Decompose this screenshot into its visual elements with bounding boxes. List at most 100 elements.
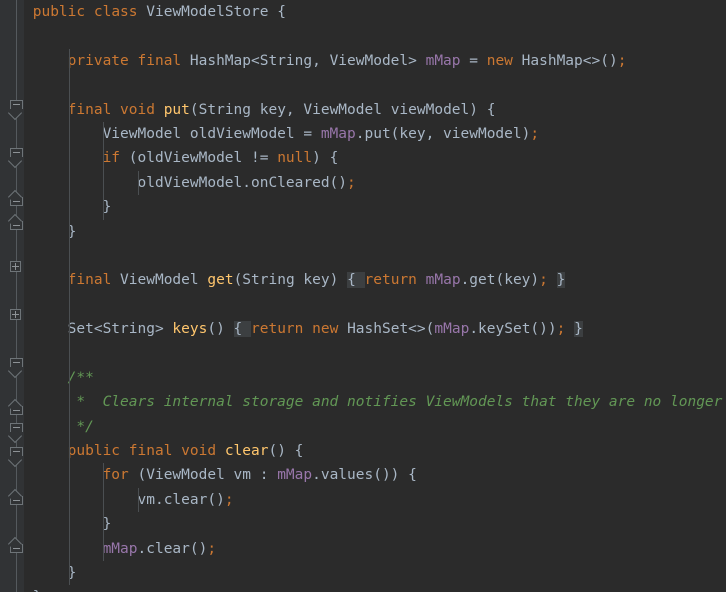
line-oncleared-call[interactable]: oldViewModel.onCleared(); <box>24 170 726 196</box>
code-token: mMap <box>434 321 470 338</box>
code-token: ; <box>224 491 234 508</box>
indent-guide <box>68 48 70 74</box>
code-token <box>355 272 365 289</box>
line-close-if-block[interactable]: } <box>24 195 726 220</box>
line-javadoc-open[interactable]: /** <box>24 365 726 391</box>
fold-end-put-method-icon[interactable] <box>10 221 23 230</box>
fold-start-put-method-icon[interactable] <box>10 100 23 109</box>
line-mmap-clear-call[interactable]: mMap.clear(); <box>24 536 726 561</box>
code-token: null <box>277 150 313 167</box>
code-token: () <box>207 321 225 338</box>
line-close-for-loop[interactable]: } <box>24 512 726 537</box>
fold-end-javadoc-comment-icon[interactable] <box>10 406 23 415</box>
code-token: ViewModelStore <box>146 4 269 20</box>
code-token: final <box>67 101 112 118</box>
indent-guide <box>103 121 105 147</box>
fold-collapsed-keys-method-icon[interactable] <box>10 309 21 320</box>
fold-end-for-loop-icon[interactable] <box>10 496 23 505</box>
line-method-keys-folded[interactable]: Set<String> keys() { return new HashSet<… <box>24 317 726 342</box>
indent-guide <box>68 414 70 440</box>
line-method-clear-signature[interactable]: public final void clear() { <box>24 439 726 464</box>
line-method-put-signature[interactable]: final void put(String key, ViewModel vie… <box>24 97 726 122</box>
code-token: if <box>102 150 121 167</box>
line-blank[interactable] <box>24 24 726 48</box>
line-blank[interactable] <box>24 341 726 366</box>
indent-guide <box>103 536 105 561</box>
code-token: (String key) <box>233 272 339 289</box>
line-close-clear-method[interactable]: } <box>24 560 726 586</box>
line-method-get-folded[interactable]: final ViewModel get(String key) { return… <box>24 268 726 293</box>
indent-guide <box>68 536 70 561</box>
fold-start-if-block-icon[interactable] <box>10 148 23 157</box>
indent-guide <box>103 170 105 196</box>
code-token: } <box>556 272 566 289</box>
code-token: ViewModel <box>120 272 208 289</box>
line-vm-clear-call[interactable]: vm.clear(); <box>24 487 726 513</box>
indent-guide <box>68 97 70 122</box>
code-token: oldViewModel.onCleared() <box>137 174 348 191</box>
line-oldviewmodel-assign[interactable]: ViewModel oldViewModel = mMap.put(key, v… <box>24 121 726 147</box>
code-token: { <box>233 321 243 338</box>
fold-start-clear-method-icon[interactable] <box>10 423 23 432</box>
indent-guide <box>68 439 70 464</box>
code-token: /** <box>67 369 94 386</box>
line-javadoc-close[interactable]: */ <box>24 414 726 440</box>
indent-guide <box>68 195 70 220</box>
fold-end-clear-method-icon[interactable] <box>10 544 23 553</box>
code-token: HashMap<String, ViewModel> <box>189 52 426 69</box>
indent-guide <box>68 170 70 196</box>
line-for-loop-signature[interactable]: for (ViewModel vm : mMap.values()) { <box>24 463 726 488</box>
indent-guide <box>68 317 70 342</box>
fold-start-javadoc-comment-icon[interactable] <box>10 358 23 367</box>
code-token: mMap <box>277 467 313 484</box>
indent-guide <box>103 195 105 220</box>
code-content-area[interactable]: public class ViewModelStore { private fi… <box>24 0 726 592</box>
code-token: ; <box>530 125 540 142</box>
code-token: { <box>347 272 356 289</box>
line-field-mmap[interactable]: private final HashMap<String, ViewModel>… <box>24 48 726 74</box>
fold-start-for-loop-icon[interactable] <box>10 447 23 456</box>
line-close-class[interactable]: } <box>24 585 726 592</box>
editor-gutter[interactable] <box>0 0 24 592</box>
code-token: HashMap<>() <box>521 52 618 69</box>
fold-end-if-block-icon[interactable] <box>10 197 23 206</box>
line-javadoc-body[interactable]: * Clears internal storage and notifies V… <box>24 390 726 415</box>
code-token: (String key, ViewModel viewModel) { <box>189 101 496 118</box>
indent-guide <box>103 487 105 513</box>
line-class-declaration[interactable]: public class ViewModelStore { <box>24 0 726 24</box>
fold-collapsed-get-method-icon[interactable] <box>10 261 21 272</box>
code-token: public <box>67 443 121 460</box>
line-if-oldviewmodel-not-null[interactable]: if (oldViewModel != null) { <box>24 146 726 171</box>
indent-guide <box>68 512 70 537</box>
line-blank[interactable] <box>24 243 726 269</box>
code-token: final <box>67 272 112 289</box>
indent-guide <box>103 146 105 171</box>
line-blank[interactable] <box>24 292 726 318</box>
line-close-put-method[interactable]: } <box>24 219 726 244</box>
code-token: * Clears internal storage and notifies V… <box>76 394 726 411</box>
code-token: (ViewModel vm : <box>128 467 278 484</box>
code-token: return <box>251 321 304 338</box>
code-token: mMap <box>102 540 138 557</box>
code-token: class <box>93 4 138 20</box>
code-token: ViewModel oldViewModel = <box>102 125 321 142</box>
indent-guide <box>68 121 70 147</box>
indent-guide <box>68 268 70 293</box>
code-token: .keySet()) <box>469 321 557 338</box>
code-token: .get(key) <box>460 272 540 289</box>
code-token: ; <box>347 174 356 191</box>
indent-guide <box>68 243 70 269</box>
code-token: Set<String> <box>67 321 173 338</box>
code-editor[interactable]: public class ViewModelStore { private fi… <box>0 0 726 592</box>
line-blank[interactable] <box>24 73 726 98</box>
code-token: HashSet<>( <box>347 321 435 338</box>
